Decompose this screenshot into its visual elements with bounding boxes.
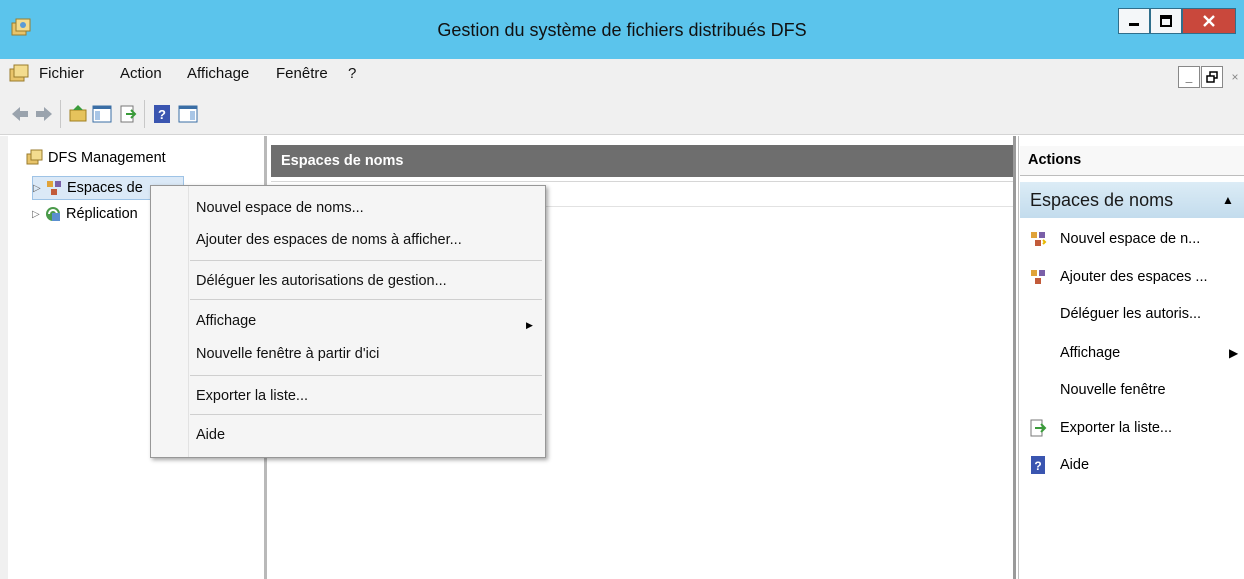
action-label: Déléguer les autoris... <box>1060 306 1202 322</box>
mdi-close-button[interactable]: × <box>1224 66 1244 88</box>
action-label: Nouvelle fenêtre <box>1060 382 1166 398</box>
action-export-list[interactable]: Exporter la liste... <box>1028 415 1172 441</box>
expand-arrow-icon[interactable]: ▷ <box>32 209 44 220</box>
action-delegate-permissions[interactable]: Déléguer les autoris... <box>1028 301 1201 327</box>
minimize-button[interactable] <box>1118 8 1150 34</box>
minimize-icon <box>1129 23 1139 26</box>
tree-item-dfs-management[interactable]: DFS Management <box>26 147 166 169</box>
minimize-icon: _ <box>1185 70 1193 84</box>
ctx-new-window[interactable]: Nouvelle fenêtre à partir d'ici <box>196 342 379 366</box>
submenu-arrow-icon: ▶ <box>1229 346 1239 360</box>
up-folder-icon[interactable] <box>68 104 88 124</box>
title-bar: Gestion du système de fichiers distribué… <box>0 0 1244 60</box>
maximize-button[interactable] <box>1150 8 1182 34</box>
ctx-delegate-permissions[interactable]: Déléguer les autorisations de gestion... <box>196 269 447 293</box>
action-add-namespaces[interactable]: Ajouter des espaces ... <box>1028 264 1208 290</box>
export-icon <box>1028 418 1048 438</box>
results-pane-header: Espaces de noms <box>271 145 1013 177</box>
actions-section-header[interactable]: Espaces de noms <box>1020 182 1244 218</box>
svg-text:?: ? <box>158 107 166 122</box>
action-new-namespace[interactable]: Nouvel espace de n... <box>1028 226 1200 252</box>
console-icon <box>9 64 29 82</box>
menu-affichage[interactable]: Affichage <box>187 65 249 82</box>
toolbar-separator <box>60 100 61 128</box>
close-button[interactable] <box>1182 8 1236 34</box>
window-title: Gestion du système de fichiers distribué… <box>437 20 807 40</box>
tree-item-label: Réplication <box>66 206 138 222</box>
ctx-separator <box>190 414 542 415</box>
dfs-management-icon <box>26 149 43 165</box>
show-hide-action-pane-icon[interactable] <box>178 104 198 124</box>
action-label: Aide <box>1060 457 1090 473</box>
help-icon: ? <box>1028 455 1048 475</box>
ctx-new-namespace[interactable]: Nouvel espace de noms... <box>196 196 364 220</box>
tree-item-label: Espaces de <box>67 180 143 196</box>
tree-item-replication[interactable]: ▷ Réplication <box>32 203 138 225</box>
submenu-arrow-icon: ▶ <box>526 320 533 330</box>
action-new-window[interactable]: Nouvelle fenêtre <box>1028 377 1166 403</box>
replication-icon <box>46 207 60 221</box>
expand-arrow-icon[interactable]: ▷ <box>33 183 45 194</box>
ctx-add-namespaces[interactable]: Ajouter des espaces de noms à afficher..… <box>196 228 462 252</box>
context-menu-gutter <box>188 186 189 457</box>
menu-help[interactable]: ? <box>348 65 356 82</box>
action-label: Nouvel espace de n... <box>1060 231 1201 247</box>
ctx-separator <box>190 260 542 261</box>
ctx-separator <box>190 299 542 300</box>
svg-text:?: ? <box>1034 459 1041 473</box>
close-icon <box>1203 15 1215 27</box>
mdi-restore-button[interactable] <box>1201 66 1223 88</box>
close-icon: × <box>1231 70 1239 84</box>
menu-fichier[interactable]: Fichier <box>39 65 84 82</box>
ctx-separator <box>190 375 542 376</box>
action-label: Affichage <box>1060 345 1121 361</box>
namespace-new-icon <box>1028 229 1048 249</box>
menu-action[interactable]: Action <box>120 65 162 82</box>
collapse-triangle-icon[interactable]: ▲ <box>1222 193 1234 207</box>
back-arrow-icon[interactable] <box>10 104 30 124</box>
help-icon[interactable]: ? <box>152 104 172 124</box>
menu-fenetre[interactable]: Fenêtre <box>276 65 328 82</box>
action-label: Ajouter des espaces ... <box>1060 269 1208 285</box>
mdi-controls: _ × <box>1178 66 1244 88</box>
mdi-minimize-button[interactable]: _ <box>1178 66 1200 88</box>
ctx-export-list[interactable]: Exporter la liste... <box>196 384 308 408</box>
namespace-icon <box>47 181 61 195</box>
ctx-view[interactable]: Affichage <box>196 309 256 333</box>
action-view[interactable]: Affichage <box>1028 340 1120 366</box>
maximize-icon <box>1160 15 1172 27</box>
actions-header: Actions <box>1020 146 1244 176</box>
action-help[interactable]: ? Aide <box>1028 452 1089 478</box>
menu-bar: Fichier Action Affichage Fenêtre ? <box>0 59 1244 90</box>
show-hide-tree-icon[interactable] <box>92 104 112 124</box>
forward-arrow-icon[interactable] <box>34 104 54 124</box>
export-list-icon[interactable] <box>118 104 138 124</box>
ctx-help[interactable]: Aide <box>196 423 225 447</box>
action-label: Exporter la liste... <box>1060 420 1173 436</box>
namespace-add-icon <box>1028 267 1048 287</box>
restore-icon <box>1206 71 1218 83</box>
tree-item-label: DFS Management <box>48 150 166 166</box>
toolbar-separator <box>144 100 145 128</box>
